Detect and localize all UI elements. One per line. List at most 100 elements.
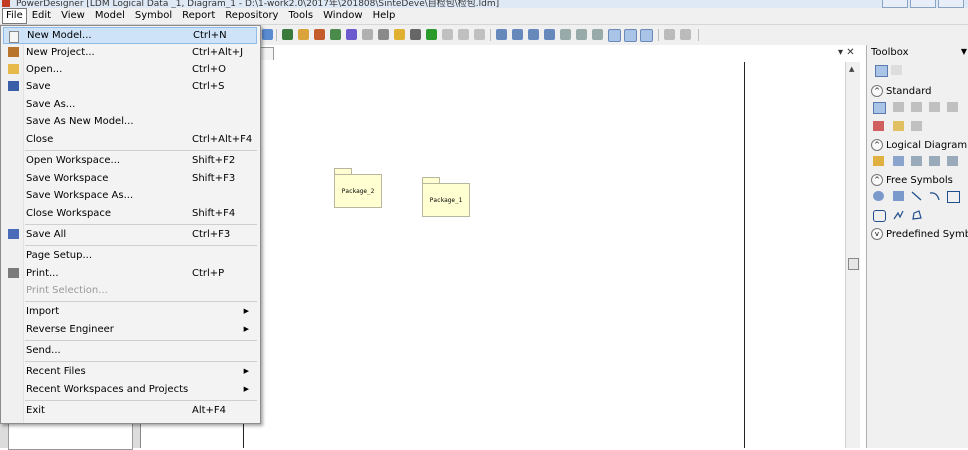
arc-tool-icon[interactable] (929, 191, 940, 201)
align-center-icon[interactable] (512, 29, 523, 40)
menu-view[interactable]: View (56, 9, 90, 23)
menu-item-save-workspace[interactable]: Save Workspace Shift+F3 (3, 170, 257, 187)
layout-b-icon[interactable] (624, 29, 637, 42)
menu-edit[interactable]: Edit (27, 9, 56, 23)
pen-icon[interactable] (394, 29, 405, 40)
cut-icon[interactable] (873, 121, 884, 131)
line-tool-icon[interactable] (911, 191, 922, 201)
result-list-icon[interactable] (330, 29, 341, 40)
menu-window[interactable]: Window (318, 9, 367, 23)
zoom-in-icon[interactable] (911, 102, 922, 112)
save-icon (8, 81, 19, 91)
package-2[interactable]: Package_2 (334, 174, 382, 208)
rounded-rect-tool-icon[interactable] (873, 210, 886, 222)
note-tool-icon[interactable] (873, 191, 884, 201)
menu-file[interactable]: File (2, 8, 27, 24)
zoom-icon[interactable] (442, 29, 453, 40)
link-symbol-icon[interactable] (911, 121, 922, 131)
align-middle-icon[interactable] (560, 29, 571, 40)
check-model-icon[interactable] (346, 29, 357, 40)
open-diagram-icon[interactable] (947, 102, 958, 112)
menu-item-new-model[interactable]: New Model... Ctrl+N (3, 27, 257, 44)
menu-symbol[interactable]: Symbol (130, 9, 177, 23)
toolbox-section-free-symbols[interactable]: ^ Free Symbols (871, 174, 953, 186)
pointer-icon[interactable] (873, 102, 886, 114)
polygon-tool-icon[interactable] (911, 210, 922, 220)
distribute-icon[interactable] (592, 29, 603, 40)
menu-item-close[interactable]: Close Ctrl+Alt+F4 (3, 131, 257, 148)
relationship-tool-icon[interactable] (911, 156, 922, 166)
print-preview-icon[interactable] (664, 29, 675, 40)
text-tool-icon[interactable] (893, 191, 904, 201)
menu-item-save-all[interactable]: Save All Ctrl+F3 (3, 226, 257, 243)
menu-item-save[interactable]: Save Ctrl+S (3, 78, 257, 95)
text-icon[interactable] (426, 29, 437, 40)
layout-a-icon[interactable] (608, 29, 621, 42)
align-left-icon[interactable] (496, 29, 507, 40)
panel-controls[interactable]: ▾ ✕ (838, 47, 855, 58)
menu-item-save-as[interactable]: Save As... (3, 96, 257, 113)
menu-report[interactable]: Report (177, 9, 220, 23)
menu-model[interactable]: Model (90, 9, 130, 23)
menu-item-reverse-engineer[interactable]: Reverse Engineer ▶ (3, 321, 257, 338)
menu-repository[interactable]: Repository (220, 9, 283, 23)
model-icon[interactable] (282, 29, 293, 40)
grid-icon[interactable] (378, 29, 389, 40)
menu-item-new-project[interactable]: New Project... Ctrl+Alt+J (3, 44, 257, 61)
association-tool-icon[interactable] (947, 156, 958, 166)
menu-item-recent-files[interactable]: Recent Files ▶ (3, 363, 257, 380)
file-menu: New Model... Ctrl+N New Project... Ctrl+… (0, 25, 261, 424)
collapse-icon: ^ (871, 85, 883, 97)
scroll-up-icon[interactable]: ▲ (849, 65, 854, 73)
maximize-button[interactable] (910, 0, 936, 8)
list-view-icon[interactable] (891, 65, 902, 75)
scroll-thumb[interactable] (848, 258, 859, 270)
app-icon (2, 0, 10, 7)
redo-icon[interactable] (474, 29, 485, 40)
menu-item-save-workspace-as[interactable]: Save Workspace As... (3, 187, 257, 204)
properties-icon[interactable] (893, 121, 904, 131)
browser-icon[interactable] (298, 29, 309, 40)
align-bottom-icon[interactable] (576, 29, 587, 40)
toolbox-section-predefined-symbols[interactable]: v Predefined Symbols (871, 228, 968, 240)
menu-item-save-as-new-model[interactable]: Save As New Model... (3, 113, 257, 130)
minimize-button[interactable] (882, 0, 908, 8)
polyline-tool-icon[interactable] (893, 210, 904, 220)
menu-item-print[interactable]: Print... Ctrl+P (3, 265, 257, 282)
toolbox-section-standard[interactable]: ^ Standard (871, 85, 932, 97)
toolbar-help-icon[interactable] (262, 29, 273, 40)
save-all-icon (8, 229, 19, 239)
expand-icon: v (871, 228, 883, 240)
undo-icon[interactable] (458, 29, 469, 40)
menu-item-exit[interactable]: Exit Alt+F4 (3, 402, 257, 419)
menu-item-page-setup[interactable]: Page Setup... (3, 247, 257, 264)
entity-tool-icon[interactable] (893, 156, 904, 166)
package-tool-icon[interactable] (873, 156, 884, 166)
menu-separator (25, 224, 257, 225)
link-icon[interactable] (410, 29, 421, 40)
rectangle-tool-icon[interactable] (947, 191, 960, 203)
large-icons-view-icon[interactable] (875, 65, 888, 77)
inheritance-tool-icon[interactable] (929, 156, 940, 166)
align-right-icon[interactable] (528, 29, 539, 40)
toolbox-menu-icon[interactable]: ▼ (961, 47, 967, 56)
menu-item-recent-workspaces[interactable]: Recent Workspaces and Projects ▶ (3, 381, 257, 398)
align-top-icon[interactable] (544, 29, 555, 40)
zoom-out-icon[interactable] (929, 102, 940, 112)
menu-item-close-workspace[interactable]: Close Workspace Shift+F4 (3, 205, 257, 222)
layout-c-icon[interactable] (640, 29, 653, 42)
menu-help[interactable]: Help (368, 9, 401, 23)
package-1[interactable]: Package_1 (422, 183, 470, 217)
menu-item-import[interactable]: Import ▶ (3, 303, 257, 320)
toolbox-section-logical-diagram[interactable]: ^ Logical Diagram (871, 139, 967, 151)
toolbar-printer-icon[interactable] (680, 29, 691, 40)
close-window-button[interactable] (938, 0, 964, 8)
menu-item-open[interactable]: Open... Ctrl+O (3, 61, 257, 78)
grabber-icon[interactable] (893, 102, 904, 112)
diagram-icon[interactable] (362, 29, 373, 40)
vertical-scrollbar[interactable]: ▲ (845, 62, 860, 448)
menu-tools[interactable]: Tools (283, 9, 318, 23)
menu-item-open-workspace[interactable]: Open Workspace... Shift+F2 (3, 152, 257, 169)
output-icon[interactable] (314, 29, 325, 40)
menu-item-send[interactable]: Send... (3, 342, 257, 359)
